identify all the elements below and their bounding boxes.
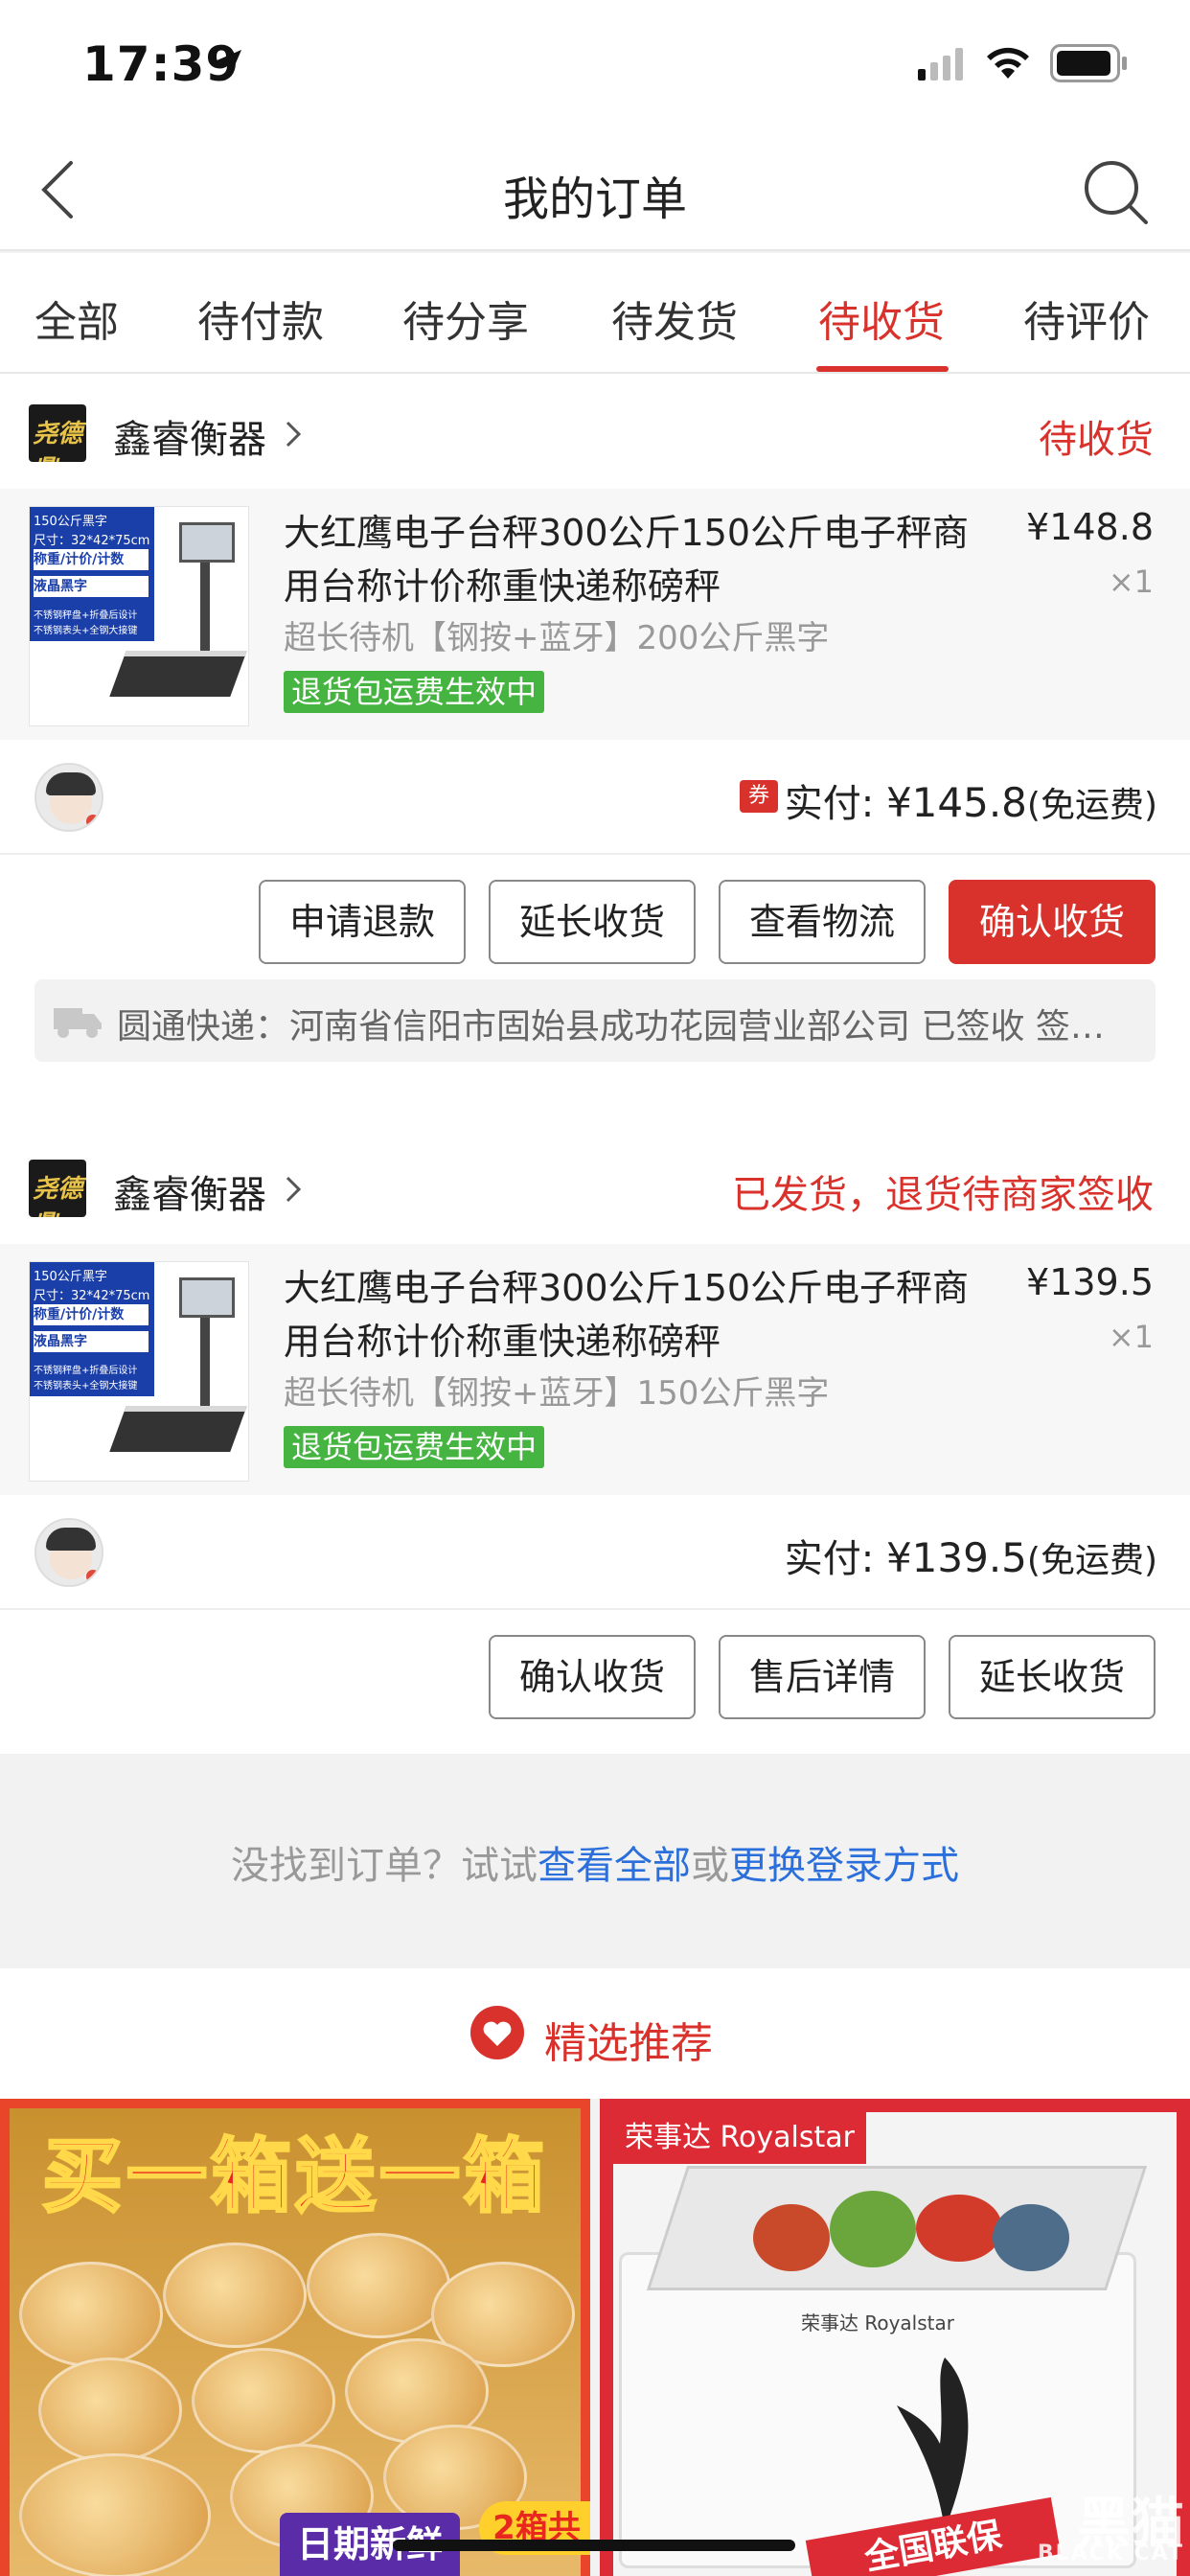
product-thumbnail[interactable]: 150公斤黑字 尺寸：32*42*75cm 称重/计价/计数 液晶黑字 不锈钢秤… xyxy=(29,1261,249,1482)
scale-display xyxy=(179,522,235,563)
home-indicator[interactable] xyxy=(393,2540,795,2551)
after-sales-details-button[interactable]: 售后详情 xyxy=(719,1635,926,1719)
product-price: ¥139.5 xyxy=(1026,1261,1154,1303)
shop-logo: 尧德鼎 xyxy=(29,1160,86,1217)
product-thumbnail[interactable]: 150公斤黑字 尺寸：32*42*75cm 称重/计价/计数 液晶黑字 不锈钢秤… xyxy=(29,506,249,726)
scale-platform xyxy=(109,651,247,697)
avatar xyxy=(34,1518,103,1587)
request-refund-button[interactable]: 申请退款 xyxy=(259,880,466,964)
paid-amount: 实付: ¥139.5(免运费) xyxy=(784,1534,1157,1581)
promo-title: 买一箱送一箱 xyxy=(40,2128,548,2225)
product-spec: 超长待机【钢按+蓝牙】200公斤黑字 xyxy=(284,619,830,657)
recommended-product-card[interactable]: 买一箱送一箱 日期新鲜 2箱共 xyxy=(0,2099,590,2576)
payment-row: 实付: ¥139.5(免运费) xyxy=(0,1495,1190,1610)
shop-row[interactable]: 尧德鼎 鑫睿衡器 待收货 xyxy=(0,374,1190,489)
product-spec: 超长待机【钢按+蓝牙】150公斤黑字 xyxy=(284,1374,830,1413)
recommend-header: 精选推荐 xyxy=(0,1968,1190,2099)
shop-row[interactable]: 尧德鼎 鑫睿衡器 已发货，退货待商家签收 xyxy=(0,1129,1190,1244)
tab-pending-share[interactable]: 待分享 xyxy=(402,288,529,349)
scale-display xyxy=(179,1277,235,1318)
tab-pending-shipment[interactable]: 待发货 xyxy=(611,288,738,349)
logistics-info[interactable]: 圆通快递：河南省信阳市固始县成功花园营业部公司 已签收 签收人：... xyxy=(34,979,1156,1062)
confirm-receipt-button[interactable]: 确认收货 xyxy=(489,1635,696,1719)
order-card: 尧德鼎 鑫睿衡器 待收货 150公斤黑字 尺寸：32*42*75cm 称重/计价… xyxy=(0,374,1190,1140)
order-card: 尧德鼎 鑫睿衡器 已发货，退货待商家签收 150公斤黑字 尺寸：32*42*75… xyxy=(0,1129,1190,1754)
order-actions: 确认收货 售后详情 延长收货 xyxy=(0,1610,1190,1735)
freezer-brand-label: 荣事达 Royalstar xyxy=(801,2312,954,2334)
status-bar: 17:39 xyxy=(0,0,1190,126)
order-item[interactable]: 150公斤黑字 尺寸：32*42*75cm 称重/计价/计数 液晶黑字 不锈钢秤… xyxy=(0,489,1190,740)
product-title[interactable]: 大红鹰电子台秤300公斤150公斤电子秤商用台称计价称重快递称磅秤 xyxy=(284,1261,993,1368)
shop-logo: 尧德鼎 xyxy=(29,404,86,462)
nav-bar: 我的订单 xyxy=(0,126,1190,251)
avatar xyxy=(34,763,103,832)
wifi-icon xyxy=(987,47,1029,79)
freezer-image xyxy=(619,2252,1136,2568)
tab-all[interactable]: 全部 xyxy=(34,288,119,349)
paid-amount: 实付: ¥145.8(免运费) xyxy=(784,779,1157,826)
chevron-right-icon xyxy=(286,421,302,448)
brand-logo: 荣事达 Royalstar xyxy=(613,2112,866,2164)
page-title: 我的订单 xyxy=(502,172,687,226)
order-status-tabs: 全部 待付款 待分享 待发货 待收货 待评价 xyxy=(0,253,1190,374)
payment-row: 券 实付: ¥145.8(免运费) xyxy=(0,740,1190,855)
recommend-title: 精选推荐 xyxy=(544,2019,713,2068)
truck-icon xyxy=(54,1008,102,1038)
watermark-subtitle: BLACK CAT xyxy=(1037,2542,1184,2565)
active-tab-indicator xyxy=(816,366,949,372)
order-not-found-hint: 没找到订单？试试查看全部或更换登录方式 xyxy=(0,1754,1190,1968)
scale-platform xyxy=(109,1406,247,1452)
shop-name[interactable]: 鑫睿衡器 xyxy=(113,1163,266,1219)
extend-receipt-button[interactable]: 延长收货 xyxy=(949,1635,1156,1719)
cellular-signal-icon xyxy=(918,48,963,80)
location-arrow-icon xyxy=(215,50,241,77)
product-quantity: ×1 xyxy=(1108,564,1154,600)
tab-pending-review[interactable]: 待评价 xyxy=(1023,288,1150,349)
heart-icon xyxy=(470,2006,524,2059)
extend-receipt-button[interactable]: 延长收货 xyxy=(489,880,696,964)
change-login-link[interactable]: 更换登录方式 xyxy=(729,1844,959,1888)
order-actions: 申请退款 延长收货 查看物流 确认收货 xyxy=(0,855,1190,979)
orders-page: 17:39 我的订单 全部 待付款 待分享 待发货 待收货 待评价 尧德 鑫睿衡… xyxy=(0,0,1190,2576)
confirm-receipt-button[interactable]: 确认收货 xyxy=(949,880,1156,964)
logistics-text: 圆通快递：河南省信阳市固始县成功花园营业部公司 已签收 签收人：... xyxy=(117,1007,1133,1046)
order-status: 待收货 xyxy=(1039,418,1154,462)
battery-icon xyxy=(1050,44,1127,82)
order-item[interactable]: 150公斤黑字 尺寸：32*42*75cm 称重/计价/计数 液晶黑字 不锈钢秤… xyxy=(0,1244,1190,1495)
tab-pending-receipt[interactable]: 待收货 xyxy=(818,288,945,349)
coupon-icon: 券 xyxy=(740,780,778,813)
search-icon[interactable] xyxy=(1081,157,1150,226)
view-logistics-button[interactable]: 查看物流 xyxy=(719,880,926,964)
return-shipping-badge: 退货包运费生效中 xyxy=(284,671,545,713)
product-title[interactable]: 大红鹰电子台秤300公斤150公斤电子秤商用台称计价称重快递称磅秤 xyxy=(284,506,993,613)
product-quantity: ×1 xyxy=(1108,1319,1154,1355)
tab-pending-payment[interactable]: 待付款 xyxy=(197,288,324,349)
chevron-right-icon xyxy=(286,1176,302,1203)
return-shipping-badge: 退货包运费生效中 xyxy=(284,1426,545,1468)
product-price: ¥148.8 xyxy=(1026,506,1154,548)
view-all-link[interactable]: 查看全部 xyxy=(538,1844,691,1888)
order-status: 已发货，退货待商家签收 xyxy=(732,1173,1154,1217)
shop-name[interactable]: 鑫睿衡器 xyxy=(113,408,266,464)
